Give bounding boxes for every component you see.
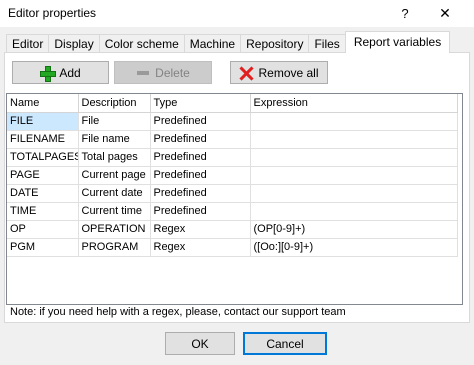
tab-display[interactable]: Display — [48, 34, 100, 53]
add-button[interactable]: Add — [12, 61, 109, 84]
x-icon — [239, 66, 253, 80]
table-cell[interactable]: ([Oo:][0-9]+) — [250, 238, 458, 257]
tab-color-scheme[interactable]: Color scheme — [98, 34, 185, 53]
table-cell[interactable] — [250, 130, 458, 149]
table-row[interactable]: TOTALPAGES Total pages Predefined — [7, 148, 458, 167]
column-header-expression[interactable]: Expression — [250, 94, 458, 113]
tab-machine[interactable]: Machine — [183, 34, 242, 53]
tab-files[interactable]: Files — [308, 34, 346, 53]
table-row[interactable]: PGM PROGRAM Regex ([Oo:][0-9]+) — [7, 238, 458, 257]
table-row[interactable]: FILE File Predefined — [7, 112, 458, 131]
variables-grid[interactable]: Name Description Type Expression FILE Fi… — [6, 93, 463, 305]
table-cell[interactable]: File — [78, 112, 151, 131]
table-cell[interactable] — [250, 202, 458, 221]
table-cell[interactable]: Current page — [78, 166, 151, 185]
table-row[interactable]: OP OPERATION Regex (OP[0-9]+) — [7, 220, 458, 239]
table-cell[interactable]: DATE — [7, 184, 79, 203]
table-row[interactable]: TIME Current time Predefined — [7, 202, 458, 221]
table-cell[interactable]: PAGE — [7, 166, 79, 185]
table-cell[interactable]: OP — [7, 220, 79, 239]
table-cell[interactable]: OPERATION — [78, 220, 151, 239]
table-cell[interactable] — [250, 166, 458, 185]
dialog-body: Editor Display Color scheme Machine Repo… — [0, 27, 474, 365]
table-cell[interactable]: Predefined — [150, 148, 251, 167]
table-cell[interactable] — [250, 184, 458, 203]
table-cell[interactable]: Predefined — [150, 184, 251, 203]
variables-table: Name Description Type Expression FILE Fi… — [7, 94, 458, 257]
table-cell[interactable]: (OP[0-9]+) — [250, 220, 458, 239]
column-header-description[interactable]: Description — [78, 94, 151, 113]
table-cell[interactable]: Predefined — [150, 166, 251, 185]
table-cell[interactable]: PROGRAM — [78, 238, 151, 257]
table-cell[interactable]: Regex — [150, 238, 251, 257]
column-header-type[interactable]: Type — [150, 94, 251, 113]
table-cell[interactable]: FILE — [7, 112, 79, 131]
help-note: Note: if you need help with a regex, ple… — [10, 306, 346, 318]
table-cell[interactable]: Current time — [78, 202, 151, 221]
table-cell[interactable]: Total pages — [78, 148, 151, 167]
table-cell[interactable]: Predefined — [150, 202, 251, 221]
tab-report-variables[interactable]: Report variables — [344, 31, 451, 53]
table-cell[interactable]: Predefined — [150, 130, 251, 149]
column-header-name[interactable]: Name — [7, 94, 79, 113]
table-cell[interactable]: Current date — [78, 184, 151, 203]
table-cell[interactable]: PGM — [7, 238, 79, 257]
table-row[interactable]: PAGE Current page Predefined — [7, 166, 458, 185]
add-button-label: Add — [59, 65, 81, 80]
table-cell[interactable]: File name — [78, 130, 151, 149]
table-header-row: Name Description Type Expression — [7, 94, 458, 113]
table-row[interactable]: DATE Current date Predefined — [7, 184, 458, 203]
cancel-button[interactable]: Cancel — [243, 332, 327, 355]
table-cell[interactable]: Predefined — [150, 112, 251, 131]
close-button[interactable]: ✕ — [428, 2, 462, 24]
help-button[interactable]: ? — [392, 4, 418, 24]
table-cell[interactable] — [250, 148, 458, 167]
remove-all-button[interactable]: Remove all — [230, 61, 328, 84]
table-cell[interactable]: Regex — [150, 220, 251, 239]
table-cell[interactable]: FILENAME — [7, 130, 79, 149]
table-cell[interactable] — [250, 112, 458, 131]
delete-button-label: Delete — [155, 65, 190, 80]
remove-all-button-label: Remove all — [258, 65, 319, 80]
table-cell[interactable]: TIME — [7, 202, 79, 221]
window-title: Editor properties — [8, 6, 97, 20]
tab-strip: Editor Display Color scheme Machine Repo… — [6, 31, 451, 53]
table-cell[interactable]: TOTALPAGES — [7, 148, 79, 167]
title-bar: Editor properties ? ✕ — [0, 0, 474, 27]
table-row[interactable]: FILENAME File name Predefined — [7, 130, 458, 149]
ok-button[interactable]: OK — [165, 332, 235, 355]
delete-button[interactable]: Delete — [114, 61, 212, 84]
plus-icon — [40, 65, 57, 82]
tab-repository[interactable]: Repository — [240, 34, 310, 53]
minus-icon — [136, 66, 150, 80]
tab-editor[interactable]: Editor — [6, 34, 50, 53]
